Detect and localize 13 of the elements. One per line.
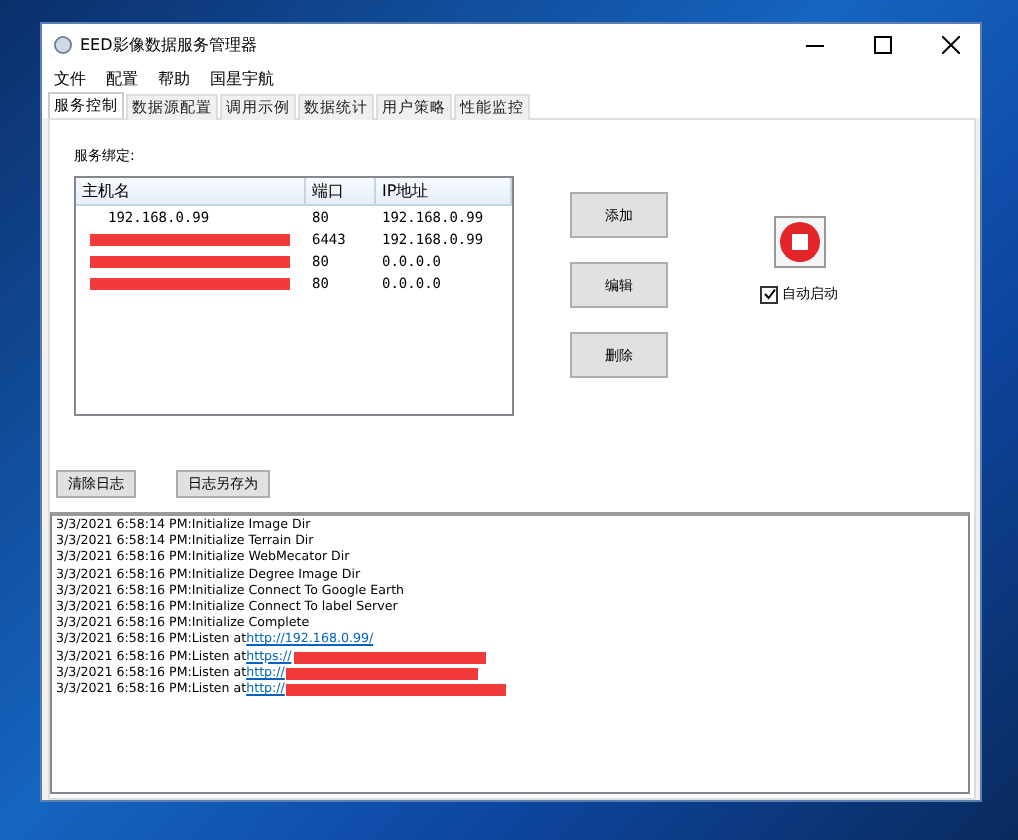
checkmark-icon [763, 288, 775, 300]
menu-item[interactable]: 配置 [106, 67, 138, 89]
menu-item[interactable]: 帮助 [158, 67, 190, 89]
app-icon [54, 36, 72, 54]
maximize-icon [873, 36, 891, 54]
menu-item[interactable]: 国星宇航 [210, 67, 274, 89]
column-header[interactable]: 端口 [306, 178, 376, 204]
checkbox[interactable] [760, 285, 778, 303]
close-icon [941, 36, 959, 54]
window-title: EED影像数据服务管理器 [80, 34, 259, 56]
column-header[interactable]: IP地址 [376, 178, 512, 204]
menu-item[interactable]: 文件 [54, 67, 86, 89]
column-header[interactable]: 主机名 [76, 178, 306, 204]
